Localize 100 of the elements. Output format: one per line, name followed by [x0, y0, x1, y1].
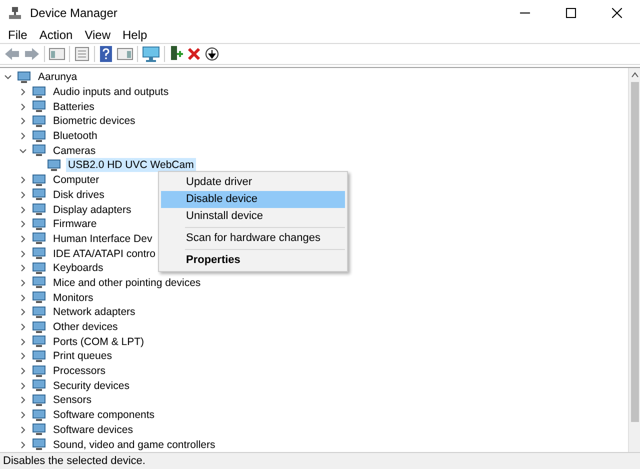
device-icon [32, 438, 46, 452]
tree-item[interactable]: Disk drives [51, 188, 106, 202]
add-driver-icon[interactable] [169, 46, 183, 62]
tree-item[interactable]: Keyboards [51, 261, 106, 276]
chevron-right-icon[interactable] [19, 220, 27, 228]
tree-item[interactable]: Aarunya [36, 70, 80, 84]
chevron-right-icon[interactable] [19, 308, 27, 316]
tree-item[interactable]: Mice and other pointing devices [51, 276, 203, 290]
chevron-right-icon[interactable] [19, 323, 27, 332]
device-icon [32, 335, 46, 348]
device-icon [32, 144, 46, 158]
chevron-right-icon[interactable] [19, 294, 27, 302]
tree-item[interactable]: IDE ATA/ATAPI contro [51, 246, 158, 261]
context-menu-item[interactable]: Uninstall device [161, 208, 345, 225]
device-icon [32, 100, 46, 114]
remove-x-icon[interactable] [187, 47, 201, 61]
chevron-right-icon[interactable] [19, 338, 27, 346]
chevron-right-icon[interactable] [19, 440, 27, 449]
context-menu-item[interactable]: Properties [161, 252, 345, 269]
tree-item[interactable]: Human Interface Dev [51, 232, 154, 246]
tree-item[interactable]: Bluetooth [51, 129, 100, 144]
forward-arrow-icon[interactable] [24, 47, 40, 61]
tree-item[interactable]: Security devices [51, 378, 132, 393]
chevron-right-icon[interactable] [19, 264, 27, 272]
device-icon [32, 203, 46, 216]
device-icon [32, 174, 46, 187]
scroll-up-icon[interactable] [630, 71, 638, 79]
device-icon [32, 379, 46, 392]
tree-item[interactable]: Sound, video and game controllers [51, 438, 218, 452]
back-arrow-icon[interactable] [4, 47, 20, 61]
chevron-right-icon[interactable] [19, 352, 27, 360]
tree-item[interactable]: Sensors [51, 393, 94, 408]
chevron-down-icon[interactable] [4, 73, 12, 82]
tree-item[interactable]: Cameras [51, 144, 98, 158]
chevron-right-icon[interactable] [19, 206, 27, 214]
window-title: Device Manager [30, 5, 118, 22]
chevron-right-icon[interactable] [19, 396, 27, 404]
context-menu-item[interactable]: Disable device [161, 191, 345, 208]
console-tree-icon[interactable] [49, 47, 65, 61]
chevron-right-icon[interactable] [19, 411, 27, 420]
menu-item[interactable]: Action [33, 26, 79, 44]
tree-item[interactable]: Audio inputs and outputs [51, 85, 171, 100]
tree-item[interactable]: Display adapters [51, 202, 134, 217]
action-pane-icon[interactable] [117, 47, 133, 61]
context-menu-item[interactable]: Update driver [161, 174, 345, 191]
tree-item[interactable]: USB2.0 HD UVC WebCam [66, 158, 196, 172]
device-icon [17, 70, 31, 84]
tree-item[interactable]: Print queues [51, 349, 114, 364]
help-icon[interactable] [99, 46, 113, 62]
device-icon [32, 291, 46, 304]
device-icon [32, 423, 46, 436]
tree-item[interactable]: Other devices [51, 320, 120, 334]
menu-item[interactable]: File [2, 26, 34, 44]
monitor-icon[interactable] [142, 46, 160, 62]
chevron-right-icon[interactable] [19, 102, 27, 111]
menu-item[interactable]: Help [116, 26, 154, 44]
scrollbar[interactable] [628, 68, 640, 452]
device-icon [47, 158, 61, 172]
tree-item[interactable]: Biometric devices [51, 114, 138, 128]
properties-icon[interactable] [74, 47, 90, 61]
status-bar: Disables the selected device. [0, 452, 640, 469]
device-icon [32, 276, 46, 290]
tree-item[interactable]: Software components [51, 408, 157, 422]
chevron-right-icon[interactable] [19, 117, 27, 126]
device-icon [32, 130, 46, 143]
tree-item[interactable]: Processors [51, 364, 108, 378]
chevron-right-icon[interactable] [19, 250, 27, 258]
tree-item[interactable]: Batteries [51, 100, 96, 114]
device-icon [32, 408, 46, 422]
download-circle-icon[interactable] [205, 47, 219, 61]
tree-item[interactable]: Monitors [51, 290, 96, 305]
tree-item[interactable]: Firmware [51, 217, 99, 232]
chevron-right-icon[interactable] [19, 190, 27, 199]
device-icon [32, 218, 46, 231]
device-icon [32, 247, 46, 260]
device-icon [32, 232, 46, 246]
tree-item[interactable]: Computer [51, 173, 102, 188]
close-icon [612, 8, 622, 18]
chevron-right-icon[interactable] [19, 382, 27, 390]
device-icon [32, 394, 46, 407]
chevron-right-icon[interactable] [19, 278, 27, 287]
chevron-right-icon[interactable] [19, 367, 27, 376]
maximize-icon [566, 8, 576, 18]
chevron-right-icon[interactable] [19, 234, 27, 243]
chevron-right-icon[interactable] [19, 426, 27, 434]
tree-item[interactable]: Software devices [51, 422, 135, 437]
device-icon [32, 86, 46, 99]
menu-item[interactable]: View [78, 26, 116, 44]
device-icon [32, 188, 46, 202]
chevron-right-icon[interactable] [19, 88, 27, 96]
tree-item[interactable]: Ports (COM & LPT) [51, 334, 146, 349]
device-icon [32, 320, 46, 334]
device-icon [32, 364, 46, 378]
chevron-right-icon[interactable] [19, 132, 27, 140]
device-icon [32, 262, 46, 275]
chevron-right-icon[interactable] [19, 176, 27, 184]
tree-item[interactable]: Network adapters [51, 305, 138, 320]
chevron-down-icon[interactable] [19, 146, 27, 155]
context-menu-item[interactable]: Scan for hardware changes [161, 230, 345, 247]
device-icon [32, 306, 46, 319]
